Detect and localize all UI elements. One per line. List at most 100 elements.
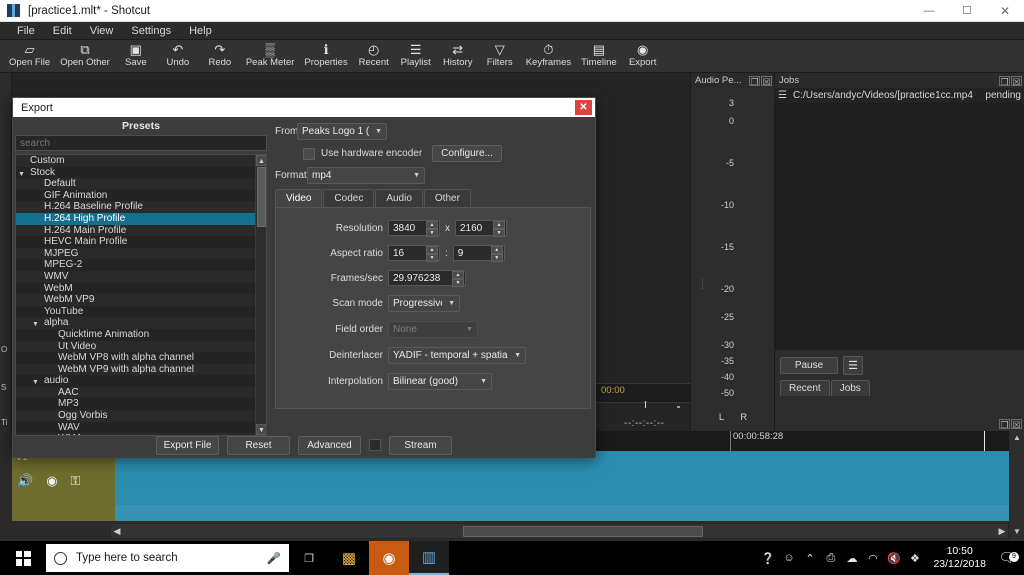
job-row[interactable]: ☰ C:/Users/andyc/Videos/[practice1cc.mp4…: [775, 88, 1024, 103]
configure-button[interactable]: Configure...: [432, 145, 502, 162]
unlock-icon[interactable]: ⚿: [71, 473, 81, 489]
export-file-button[interactable]: Export File: [156, 435, 219, 455]
hardware-encoder-checkbox[interactable]: [303, 147, 315, 160]
notification-center-button[interactable]: 🗨 9: [994, 550, 1020, 566]
timeline-track-header-v1[interactable]: V1 🔊 ◉ ⚿: [12, 451, 115, 521]
toolbar-button-export[interactable]: ◉ Export: [622, 40, 664, 68]
jobs-panel-close-icon[interactable]: ☒: [1011, 75, 1022, 87]
maximize-button[interactable]: ☐: [948, 0, 986, 22]
tab-video[interactable]: Video: [275, 189, 323, 208]
preset-item[interactable]: ▼ Stock: [16, 166, 266, 179]
speaker-icon[interactable]: 🔊: [17, 473, 33, 489]
taskbar-app-file-explorer[interactable]: ▩: [329, 541, 369, 575]
preset-item[interactable]: Custom: [16, 155, 266, 167]
left-dock-label-2[interactable]: Ti: [1, 418, 7, 427]
toolbar-button-timeline[interactable]: ▤ Timeline: [576, 40, 622, 68]
volume-muted-icon[interactable]: 🔇: [883, 552, 904, 565]
timeline-clip[interactable]: [115, 451, 1009, 521]
toolbar-button-keyframes[interactable]: ⏱ Keyframes: [521, 40, 576, 68]
audio-panel-float-icon[interactable]: ❐: [749, 75, 760, 87]
jobs-panel-float-icon[interactable]: ❐: [999, 75, 1010, 87]
preset-item[interactable]: H.264 Baseline Profile: [16, 201, 266, 213]
preset-item[interactable]: YouTube: [16, 305, 266, 318]
preset-item[interactable]: AAC: [16, 386, 266, 399]
preset-item[interactable]: H.264 Main Profile: [16, 224, 266, 237]
dropbox-icon[interactable]: ❖: [904, 552, 925, 565]
frames-per-sec-spinner[interactable]: 29.976238 ▲ ▼: [388, 270, 466, 287]
toolbar-button-properties[interactable]: ℹ Properties: [299, 40, 352, 68]
tab-codec[interactable]: Codec: [323, 189, 375, 208]
preset-item[interactable]: HEVC Main Profile: [16, 236, 266, 248]
tab-jobs[interactable]: Jobs: [830, 380, 870, 396]
minimize-button[interactable]: —: [910, 0, 948, 22]
left-dock-label-1[interactable]: S: [1, 383, 6, 392]
interpolation-select[interactable]: Bilinear (good) ▼: [388, 373, 492, 390]
presets-scroll-thumb[interactable]: [257, 167, 266, 227]
menu-file[interactable]: File: [8, 23, 44, 39]
left-dock-label-0[interactable]: O: [1, 345, 7, 354]
menu-help[interactable]: Help: [180, 23, 221, 39]
preset-item[interactable]: Ut Video: [16, 340, 266, 353]
toolbar-button-history[interactable]: ⇄ History: [437, 40, 479, 68]
timeline-vertical-scrollbar[interactable]: ▲ ▼: [1010, 431, 1024, 541]
preset-item[interactable]: ▼ audio: [16, 375, 266, 387]
jobs-footer-close-icon[interactable]: ☒: [1011, 419, 1022, 430]
tab-audio[interactable]: Audio: [375, 189, 423, 208]
preset-item[interactable]: Quicktime Animation: [16, 328, 266, 341]
close-button[interactable]: ✕: [986, 0, 1024, 22]
vscroll-down-arrow[interactable]: ▼: [1012, 527, 1022, 536]
preset-item[interactable]: WebM VP8 with alpha channel: [16, 352, 266, 364]
preset-item[interactable]: WebM: [16, 282, 266, 295]
tab-recent[interactable]: Recent: [780, 380, 830, 396]
preset-item[interactable]: MPEG-2: [16, 259, 266, 271]
from-select[interactable]: Peaks Logo 1 (1) ▼: [297, 123, 387, 140]
task-view-button[interactable]: ❐: [289, 541, 329, 575]
presets-list[interactable]: Custom ▼ Stock Default GIF Animation H.264 Ba…: [15, 154, 267, 436]
preset-item[interactable]: WebM VP9 with alpha channel: [16, 363, 266, 376]
preset-item[interactable]: WAV: [16, 421, 266, 434]
toolbar-button-filters[interactable]: ▽ Filters: [479, 40, 521, 68]
preset-item[interactable]: ▼ alpha: [16, 317, 266, 329]
preset-item[interactable]: WMV: [16, 270, 266, 283]
presets-scrollbar[interactable]: ▲ ▼: [255, 155, 266, 435]
menu-view[interactable]: View: [81, 23, 123, 39]
wifi-icon[interactable]: ◠: [862, 552, 883, 565]
tab-other[interactable]: Other: [423, 189, 471, 208]
microphone-icon[interactable]: 🎤: [267, 551, 281, 565]
taskbar-clock[interactable]: 10:50 23/12/2018: [925, 545, 994, 571]
jobs-pause-button[interactable]: Pause: [780, 357, 838, 374]
menu-settings[interactable]: Settings: [122, 23, 180, 39]
toolbar-button-save[interactable]: ▣ Save: [115, 40, 157, 68]
preset-item[interactable]: Ogg Vorbis: [16, 410, 266, 422]
resolution-width-spinner[interactable]: 3840 ▲ ▼: [388, 220, 440, 237]
audio-panel-close-icon[interactable]: ☒: [761, 75, 772, 87]
scroll-left-arrow[interactable]: ◀: [111, 526, 123, 537]
resolution-height-spinner[interactable]: 2160 ▲ ▼: [455, 220, 507, 237]
vscroll-up-arrow[interactable]: ▲: [1012, 433, 1022, 442]
advanced-button[interactable]: Advanced: [298, 435, 361, 455]
scroll-right-arrow[interactable]: ▶: [996, 526, 1008, 537]
start-button[interactable]: [0, 541, 46, 575]
reset-button[interactable]: Reset: [227, 435, 290, 455]
onedrive-icon[interactable]: ☁: [841, 552, 862, 565]
printer-icon[interactable]: ⎙: [820, 552, 841, 565]
export-dialog-close-button[interactable]: ✕: [575, 100, 592, 115]
preset-item[interactable]: Default: [16, 178, 266, 190]
preset-item[interactable]: WebM VP9: [16, 294, 266, 306]
scroll-thumb[interactable]: [463, 525, 703, 537]
presets-search-input[interactable]: [15, 135, 267, 151]
preset-item[interactable]: H.264 High Profile: [16, 212, 266, 225]
toolbar-button-redo[interactable]: ↷ Redo: [199, 40, 241, 68]
preset-item[interactable]: GIF Animation: [16, 189, 266, 202]
toolbar-button-undo[interactable]: ↶ Undo: [157, 40, 199, 68]
aspect-numerator-spinner[interactable]: 16 ▲ ▼: [388, 245, 440, 262]
scan-mode-select[interactable]: Progressive ▼: [388, 295, 460, 312]
preset-item[interactable]: MJPEG: [16, 247, 266, 260]
stream-button[interactable]: Stream: [389, 435, 452, 455]
taskbar-search-box[interactable]: Type here to search 🎤: [46, 544, 289, 572]
toolbar-button-open-other[interactable]: ⧉ Open Other: [55, 40, 115, 68]
show-hidden-icons-icon[interactable]: ⌃: [799, 552, 820, 565]
preset-item[interactable]: MP3: [16, 398, 266, 411]
format-select[interactable]: mp4 ▼: [307, 167, 425, 184]
toolbar-button-playlist[interactable]: ☰ Playlist: [395, 40, 437, 68]
